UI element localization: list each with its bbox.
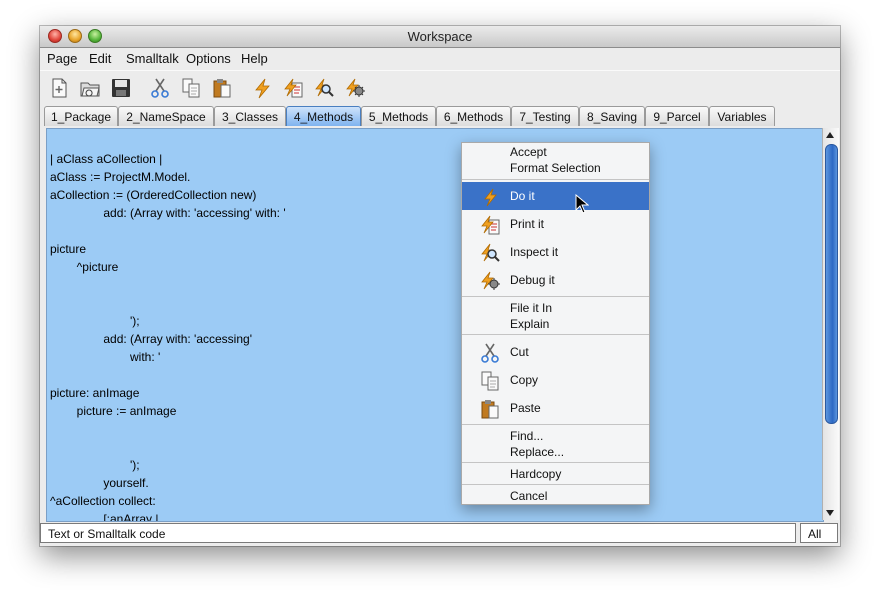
menu-item-paste[interactable]: Paste — [462, 394, 649, 422]
mouse-pointer-icon — [575, 193, 590, 214]
print-it-icon — [479, 214, 501, 236]
save-icon[interactable] — [110, 77, 132, 99]
tab-7-testing[interactable]: 7_Testing — [511, 106, 579, 126]
tab-5-methods[interactable]: 5_Methods — [361, 106, 436, 126]
cut-icon — [479, 342, 501, 364]
menu-separator — [462, 334, 649, 335]
new-page-icon[interactable] — [48, 77, 70, 99]
menu-item-inspect-it[interactable]: Inspect it — [462, 238, 649, 266]
paste-icon — [479, 398, 501, 420]
paste-icon[interactable] — [211, 77, 233, 99]
copy-icon[interactable] — [180, 77, 202, 99]
do-it-icon — [479, 186, 501, 208]
menu-item-do-it[interactable]: Do it — [462, 182, 649, 210]
tab-4-methods[interactable]: 4_Methods — [286, 106, 361, 126]
tab-6-methods[interactable]: 6_Methods — [436, 106, 511, 126]
menu-options[interactable]: Options — [186, 51, 231, 66]
copy-icon — [479, 370, 501, 392]
status-text: Text or Smalltalk code — [40, 523, 796, 543]
menu-item-file-it-in[interactable]: File it In — [462, 300, 649, 316]
menu-item-debug-it[interactable]: Debug it — [462, 266, 649, 294]
menu-separator — [462, 462, 649, 463]
menu-item-cut[interactable]: Cut — [462, 338, 649, 366]
menu-item-replace[interactable]: Replace... — [462, 444, 649, 460]
print-it-icon[interactable] — [282, 77, 304, 99]
tab-bar: 1_Package 2_NameSpace 3_Classes 4_Method… — [40, 106, 840, 128]
vertical-scrollbar[interactable] — [822, 128, 839, 520]
debug-it-icon — [479, 270, 501, 292]
open-folder-icon[interactable] — [79, 77, 101, 99]
debug-it-icon[interactable] — [344, 77, 366, 99]
tab-3-classes[interactable]: 3_Classes — [214, 106, 286, 126]
do-it-icon[interactable] — [251, 77, 273, 99]
tab-1-package[interactable]: 1_Package — [44, 106, 118, 126]
tab-2-namespace[interactable]: 2_NameSpace — [118, 106, 214, 126]
menu-item-print-it[interactable]: Print it — [462, 210, 649, 238]
window-title: Workspace — [407, 29, 473, 44]
cut-icon[interactable] — [149, 77, 171, 99]
menu-separator — [462, 296, 649, 297]
menu-separator — [462, 179, 649, 180]
menu-item-hardcopy[interactable]: Hardcopy — [462, 466, 649, 482]
menu-separator — [462, 424, 649, 425]
inspect-it-icon[interactable] — [313, 77, 335, 99]
code-text[interactable]: | aClass aCollection | aClass := Project… — [50, 150, 344, 521]
menu-item-accept[interactable]: Accept — [462, 144, 649, 160]
menu-separator — [462, 484, 649, 485]
status-bar: Text or Smalltalk code All — [40, 522, 840, 546]
menu-page[interactable]: Page — [47, 51, 77, 66]
menu-help[interactable]: Help — [241, 51, 268, 66]
inspect-it-icon — [479, 242, 501, 264]
context-menu: Accept Format Selection Do it Print it I… — [461, 142, 650, 505]
menu-item-copy[interactable]: Copy — [462, 366, 649, 394]
tab-variables[interactable]: Variables — [709, 106, 775, 126]
title-bar: Workspace — [40, 26, 840, 48]
menu-item-cancel[interactable]: Cancel — [462, 488, 649, 504]
menu-edit[interactable]: Edit — [89, 51, 111, 66]
menu-bar: Page Edit Smalltalk Options Help — [40, 48, 840, 68]
toolbar — [40, 70, 840, 105]
menu-item-find[interactable]: Find... — [462, 428, 649, 444]
tab-8-saving[interactable]: 8_Saving — [579, 106, 645, 126]
scroll-thumb[interactable] — [825, 144, 838, 424]
menu-smalltalk[interactable]: Smalltalk — [126, 51, 179, 66]
workspace-window: Workspace Page Edit Smalltalk Options He… — [40, 26, 840, 546]
menu-item-format-selection[interactable]: Format Selection — [462, 160, 649, 176]
scope-field[interactable]: All — [800, 523, 838, 543]
code-editor[interactable]: | aClass aCollection | aClass := Project… — [46, 128, 824, 522]
menu-item-explain[interactable]: Explain — [462, 316, 649, 332]
tab-9-parcel[interactable]: 9_Parcel — [645, 106, 709, 126]
scroll-down-arrow-icon[interactable] — [826, 510, 834, 516]
scroll-up-arrow-icon[interactable] — [826, 132, 834, 138]
